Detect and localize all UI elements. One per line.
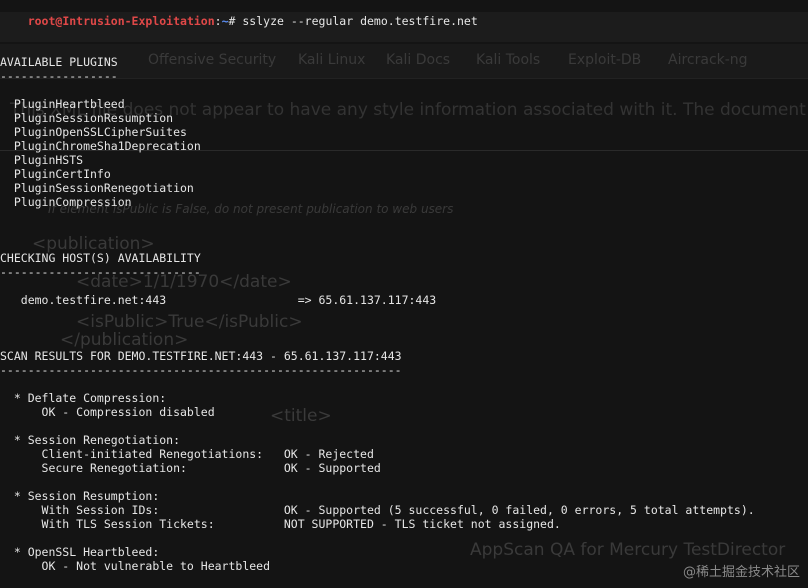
terminal-output-line: PluginSessionRenegotiation (0, 181, 194, 195)
prompt-path: ~ (221, 14, 229, 28)
terminal-output-line: OK - Compression disabled (0, 405, 215, 419)
terminal-prompt-line: root@Intrusion-Exploitation:~# sslyze --… (0, 0, 478, 42)
terminal-output-line: Secure Renegotiation: OK - Supported (0, 461, 381, 475)
watermark: @稀土掘金技术社区 (682, 565, 800, 580)
terminal-output-line: CHECKING HOST(S) AVAILABILITY (0, 251, 201, 265)
terminal-output-line: demo.testfire.net:443 => 65.61.137.117:4… (0, 293, 437, 307)
prompt-separator: : (214, 14, 222, 28)
terminal-output-line: Client-initiated Renegotiations: OK - Re… (0, 447, 374, 461)
terminal-output-line: ----------------------------------------… (0, 363, 402, 377)
prompt-user: root@Intrusion-Exploitation (27, 14, 215, 28)
terminal-output-line: ----------------- (0, 69, 118, 83)
terminal-output-line: PluginCertInfo (0, 167, 111, 181)
terminal-output-line: PluginChromeSha1Deprecation (0, 139, 201, 153)
terminal-output-line: PluginOpenSSLCipherSuites (0, 125, 187, 139)
terminal-window[interactable]: root@Intrusion-Exploitation:~# sslyze --… (0, 0, 808, 588)
prompt-symbol: # (228, 14, 243, 28)
terminal-output-line: AVAILABLE PLUGINS (0, 55, 118, 69)
terminal-output-line: * Session Renegotiation: (0, 433, 181, 447)
terminal-output-line: With Session IDs: OK - Supported (5 succ… (0, 503, 755, 517)
terminal-output-line: With TLS Session Tickets: NOT SUPPORTED … (0, 517, 561, 531)
terminal-output-line: SCAN RESULTS FOR DEMO.TESTFIRE.NET:443 -… (0, 349, 402, 363)
terminal-output-line: PluginHSTS (0, 153, 84, 167)
terminal-output-line: * OpenSSL Heartbleed: (0, 545, 160, 559)
terminal-output-line: PluginCompression (0, 195, 132, 209)
terminal-output-line: * Deflate Compression: (0, 391, 167, 405)
terminal-output-line: ----------------------------- (0, 265, 201, 279)
terminal-output-line: OK - Not vulnerable to Heartbleed (0, 559, 271, 573)
terminal-command: sslyze --regular demo.testfire.net (242, 14, 478, 28)
terminal-output-line: PluginHeartbleed (0, 97, 125, 111)
terminal-output-line: * Session Resumption: (0, 489, 160, 503)
terminal-output-line: PluginSessionResumption (0, 111, 174, 125)
